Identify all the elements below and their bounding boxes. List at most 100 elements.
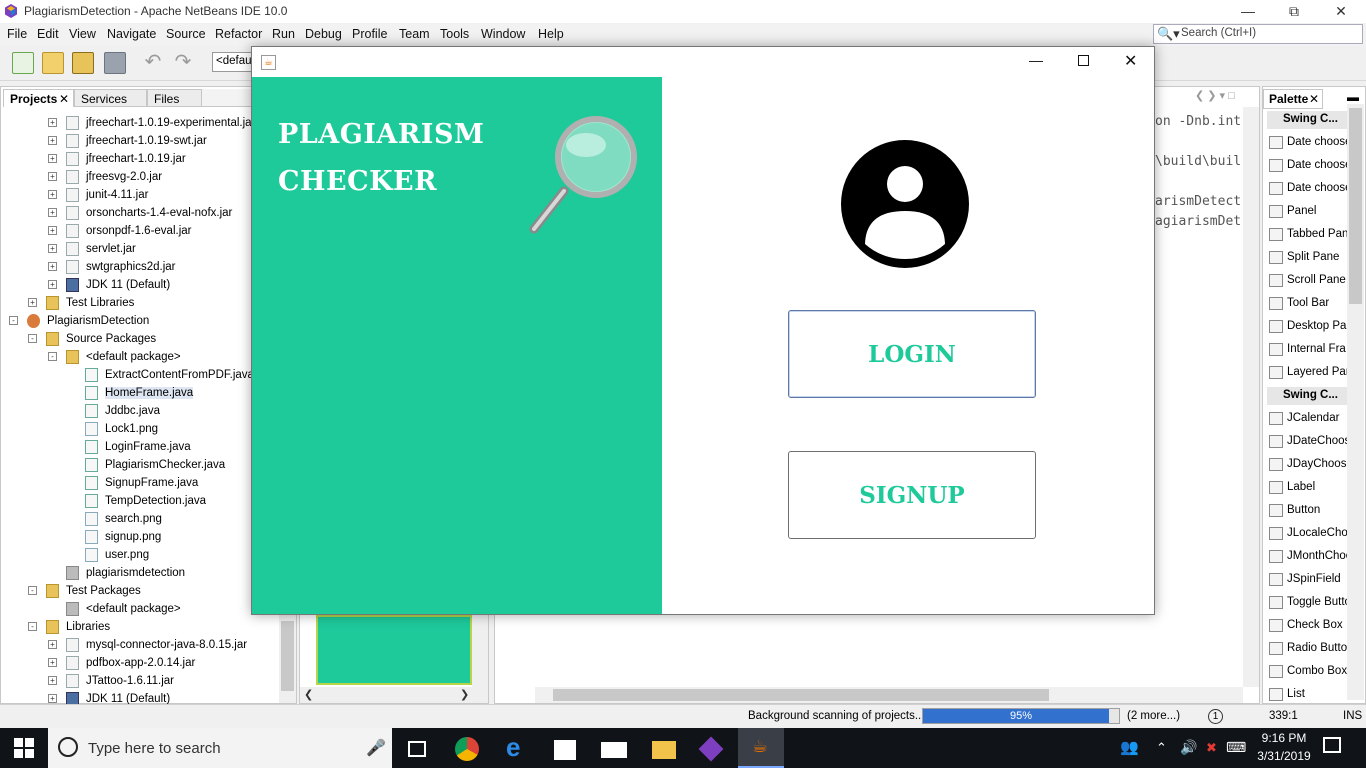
tree-item[interactable]: signup.png xyxy=(85,528,161,546)
file-explorer-icon[interactable] xyxy=(652,741,676,759)
palette-item[interactable]: Tabbed Pane xyxy=(1267,226,1349,244)
tree-item[interactable]: Lock1.png xyxy=(85,420,158,438)
keyboard-icon[interactable]: ⌨ xyxy=(1226,739,1246,756)
tree-item[interactable]: ExtractContentFromPDF.java xyxy=(85,366,254,384)
tray-chevron-icon[interactable]: ⌃ xyxy=(1156,740,1167,756)
edge-icon[interactable]: e xyxy=(506,734,530,760)
tab-files[interactable]: Files xyxy=(147,89,202,107)
restore-button[interactable]: ⧉ xyxy=(1271,0,1317,23)
mail-icon[interactable] xyxy=(601,742,627,758)
expand-icon[interactable]: + xyxy=(48,136,57,145)
notifications-badge[interactable]: 1 xyxy=(1208,709,1223,724)
palette-item[interactable]: Layered Pan xyxy=(1267,364,1349,382)
tab-services[interactable]: Services xyxy=(74,89,147,107)
tree-item[interactable]: <default package> xyxy=(66,600,181,618)
expand-icon[interactable]: + xyxy=(48,694,57,703)
palette-item[interactable]: Split Pane xyxy=(1267,249,1349,267)
palette-item[interactable]: Scroll Pane xyxy=(1267,272,1349,290)
tab-projects[interactable]: Projects ✕ xyxy=(3,89,74,107)
app-maximize-button[interactable] xyxy=(1078,55,1089,66)
people-icon[interactable]: 👥 xyxy=(1120,738,1139,756)
tree-item[interactable]: + JDK 11 (Default) xyxy=(48,690,170,705)
scroll-right-icon[interactable]: ❯ xyxy=(460,688,469,701)
tree-item[interactable]: + JDK 11 (Default) xyxy=(48,276,170,294)
menu-run[interactable]: Run xyxy=(272,27,295,41)
close-icon[interactable]: ✕ xyxy=(1309,92,1319,106)
palette-item[interactable]: Check Box xyxy=(1267,617,1349,635)
tree-item[interactable]: LoginFrame.java xyxy=(85,438,191,456)
undo-icon[interactable]: ↶ xyxy=(142,52,164,74)
tree-item[interactable]: SignupFrame.java xyxy=(85,474,198,492)
tree-item[interactable]: - Libraries xyxy=(28,618,110,636)
expand-icon[interactable]: + xyxy=(48,262,57,271)
menu-debug[interactable]: Debug xyxy=(305,27,342,41)
expand-icon[interactable]: + xyxy=(48,226,57,235)
palette-item[interactable]: Combo Box xyxy=(1267,663,1349,681)
palette-item[interactable]: Button xyxy=(1267,502,1349,520)
navigator-hscrollbar[interactable]: ❮ ❯ xyxy=(300,687,488,703)
collapse-icon[interactable]: - xyxy=(28,622,37,631)
tree-item[interactable]: - PlagiarismDetection xyxy=(9,312,149,330)
palette-item[interactable]: JDayChoose xyxy=(1267,456,1349,474)
windows-start-icon[interactable] xyxy=(14,738,34,758)
collapse-icon[interactable]: - xyxy=(28,586,37,595)
expand-icon[interactable]: + xyxy=(48,154,57,163)
palette-item[interactable]: Radio Butto xyxy=(1267,640,1349,658)
clock-date[interactable]: 3/31/2019 xyxy=(1250,749,1318,763)
tree-item[interactable]: + swtgraphics2d.jar xyxy=(48,258,175,276)
ide-search-input[interactable]: 🔍▾ Search (Ctrl+I) xyxy=(1153,24,1363,44)
app-minimize-button[interactable]: — xyxy=(1029,52,1043,68)
minimize-panel-icon[interactable]: ▬ xyxy=(1347,90,1359,104)
menu-refactor[interactable]: Refactor xyxy=(215,27,262,41)
collapse-icon[interactable]: - xyxy=(9,316,18,325)
tree-item[interactable]: + orsonpdf-1.6-eval.jar xyxy=(48,222,191,240)
signup-button[interactable]: SIGNUP xyxy=(788,451,1036,539)
save-all-icon[interactable] xyxy=(104,52,126,74)
expand-icon[interactable]: + xyxy=(48,676,57,685)
tree-item[interactable]: TempDetection.java xyxy=(85,492,206,510)
expand-icon[interactable]: + xyxy=(48,640,57,649)
microphone-icon[interactable]: 🎤 xyxy=(366,738,386,758)
menu-view[interactable]: View xyxy=(69,27,96,41)
palette-item[interactable]: Toggle Butto xyxy=(1267,594,1349,612)
palette-item[interactable]: Internal Fra xyxy=(1267,341,1349,359)
palette-item[interactable]: Desktop Pan xyxy=(1267,318,1349,336)
collapse-icon[interactable]: - xyxy=(28,334,37,343)
store-icon[interactable] xyxy=(554,740,576,760)
palette-item[interactable]: Date choose xyxy=(1267,180,1349,198)
expand-icon[interactable]: + xyxy=(48,208,57,217)
tree-item[interactable]: + jfreechart-1.0.19-swt.jar xyxy=(48,132,207,150)
tree-item[interactable]: + orsoncharts-1.4-eval-nofx.jar xyxy=(48,204,232,222)
menu-window[interactable]: Window xyxy=(481,27,525,41)
tree-item[interactable]: plagiarismdetection xyxy=(66,564,185,582)
tree-item[interactable]: search.png xyxy=(85,510,162,528)
login-button[interactable]: LOGIN xyxy=(788,310,1036,398)
tree-item[interactable]: PlagiarismChecker.java xyxy=(85,456,225,474)
palette-item[interactable]: List xyxy=(1267,686,1349,703)
tree-item[interactable]: + Test Libraries xyxy=(28,294,134,312)
tree-item[interactable]: + jfreechart-1.0.19-experimental.jar xyxy=(48,114,255,132)
tree-item[interactable]: + jfreesvg-2.0.jar xyxy=(48,168,162,186)
editor-nav-icons[interactable]: ❮ ❯ ▾ □ xyxy=(1195,89,1235,102)
app-close-button[interactable]: ✕ xyxy=(1124,51,1137,71)
menu-team[interactable]: Team xyxy=(399,27,430,41)
editor-hscrollbar[interactable] xyxy=(535,687,1243,703)
tab-palette[interactable]: Palette ✕ xyxy=(1263,89,1323,109)
chrome-icon[interactable] xyxy=(455,737,479,761)
tree-item[interactable]: - <default package> xyxy=(48,348,181,366)
tree-item[interactable]: + JTattoo-1.6.11.jar xyxy=(48,672,174,690)
menu-help[interactable]: Help xyxy=(538,27,564,41)
tree-item[interactable]: HomeFrame.java xyxy=(85,384,194,402)
redo-icon[interactable]: ↷ xyxy=(172,52,194,74)
tree-item[interactable]: Jddbc.java xyxy=(85,402,160,420)
palette-item[interactable]: Panel xyxy=(1267,203,1349,221)
expand-icon[interactable]: + xyxy=(48,172,57,181)
expand-icon[interactable]: + xyxy=(28,298,37,307)
menu-edit[interactable]: Edit xyxy=(37,27,59,41)
palette-item[interactable]: Label xyxy=(1267,479,1349,497)
expand-icon[interactable]: + xyxy=(48,280,57,289)
expand-icon[interactable]: + xyxy=(48,244,57,253)
palette-item[interactable]: JSpinField xyxy=(1267,571,1349,589)
scrollbar-thumb[interactable] xyxy=(281,621,294,691)
close-icon[interactable]: ✕ xyxy=(59,92,69,106)
